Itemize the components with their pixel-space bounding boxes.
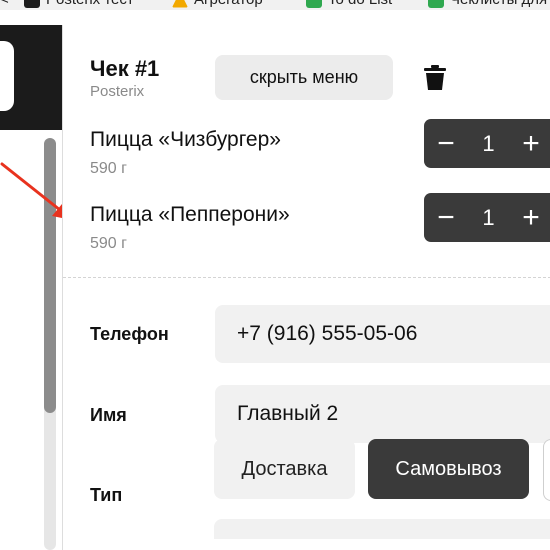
bookmark-checklists[interactable]: Чеклисты для — [428, 0, 547, 8]
divider — [63, 277, 550, 278]
type-option-delivery[interactable]: Доставка — [214, 439, 355, 499]
phone-field[interactable]: +7 (916) 555-05-06 — [215, 305, 550, 363]
type-label: Тип — [90, 485, 123, 505]
receipt-subtitle: Posterix — [90, 83, 145, 100]
bookmark-aggregator[interactable]: Агрегатор — [172, 0, 263, 8]
next-field[interactable] — [214, 519, 550, 539]
type-option-pickup[interactable]: Самовывоз — [368, 439, 529, 499]
bookmark-posterix[interactable]: Posterix тест — [24, 0, 134, 8]
trash-icon[interactable] — [423, 65, 447, 91]
quantity-value: 1 — [482, 130, 495, 156]
quantity-value: 1 — [482, 204, 495, 230]
increase-button[interactable]: + — [511, 193, 550, 242]
chevron-left-icon[interactable]: < — [0, 0, 9, 8]
increase-button[interactable]: + — [511, 119, 550, 168]
aggregator-icon — [172, 0, 188, 8]
hide-menu-button[interactable]: скрыть меню — [215, 55, 393, 100]
quantity-stepper: − 1 + — [424, 193, 550, 242]
decrease-button[interactable]: − — [426, 119, 466, 168]
bookmark-todo[interactable]: To do List — [306, 0, 392, 8]
decrease-button[interactable]: − — [426, 193, 466, 242]
sheet-icon — [428, 0, 444, 8]
quantity-stepper: − 1 + — [424, 119, 550, 168]
logo-block — [0, 41, 14, 111]
item-weight: 590 г — [90, 160, 127, 177]
sheet-icon — [306, 0, 322, 8]
item-name: Пицца «Чизбургер» — [90, 128, 281, 151]
phone-label: Телефон — [90, 324, 169, 344]
bookmarks-bar: < Posterix тест Агрегатор To do List Чек… — [0, 0, 550, 10]
type-option-more[interactable] — [543, 439, 550, 501]
posterix-icon — [24, 0, 40, 8]
name-field[interactable]: Главный 2 — [215, 385, 550, 443]
name-label: Имя — [90, 405, 127, 425]
receipt-title: Чек #1 — [90, 56, 160, 81]
left-header-bar — [0, 25, 62, 130]
item-name: Пицца «Пепперони» — [90, 203, 290, 226]
item-weight: 590 г — [90, 235, 127, 252]
